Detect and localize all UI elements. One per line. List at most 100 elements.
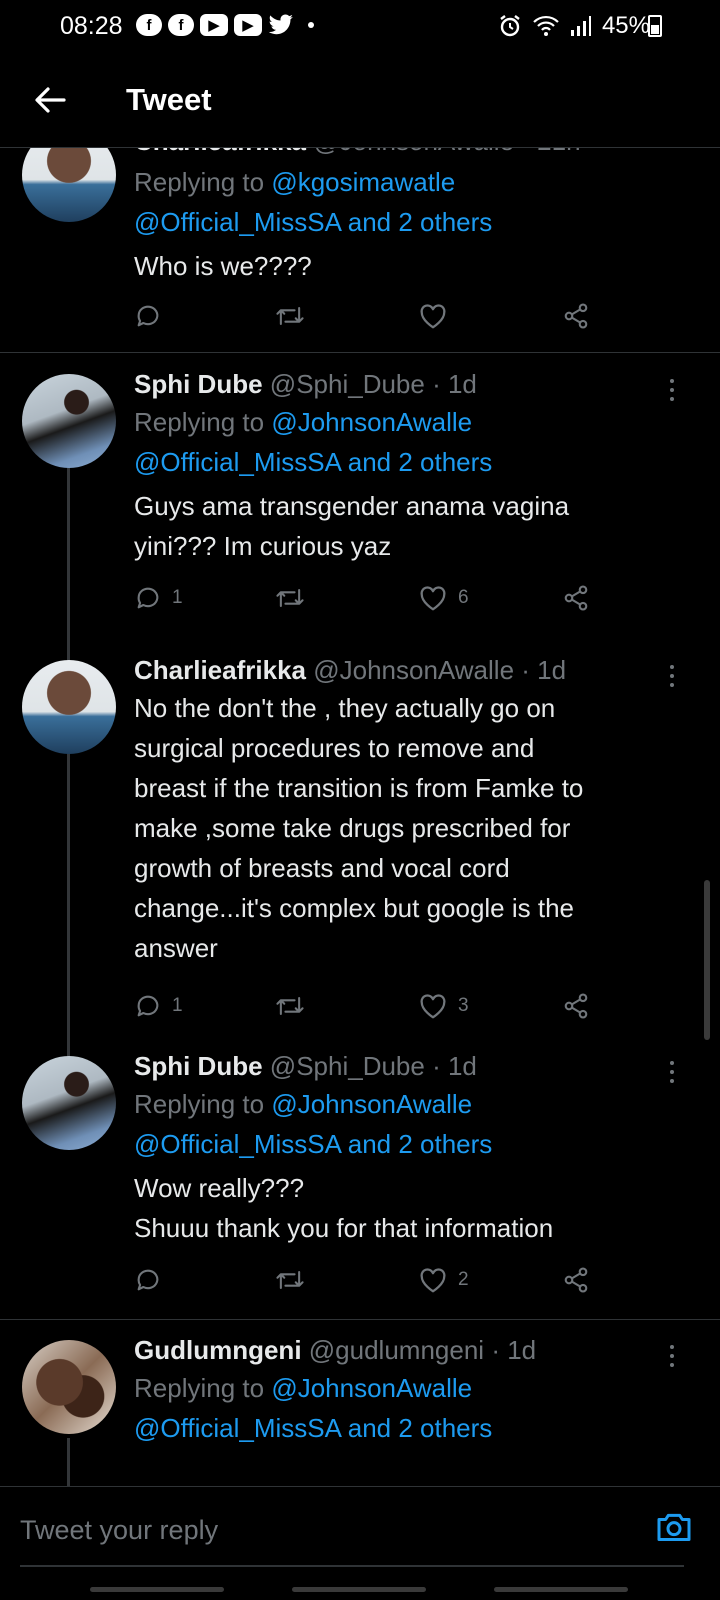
mention-link[interactable]: @Official_MissSA and 2 others	[134, 1129, 492, 1159]
replying-to: Replying to @JohnsonAwalle	[134, 1373, 473, 1403]
tweet-feed[interactable]: Charlieafrikka @JohnsonAwalle · 21h Repl…	[0, 148, 720, 1486]
reply-count: 1	[172, 995, 183, 1016]
share-button[interactable]	[562, 302, 590, 330]
tweet-meta: Sphi Dube @Sphi_Dube · 1d	[134, 366, 694, 402]
tweet-actions: 1 3	[134, 992, 604, 1026]
replying-to-others: @Official_MissSA and 2 others	[134, 202, 694, 242]
reply-button[interactable]	[134, 302, 162, 330]
more-options-button[interactable]	[662, 376, 682, 404]
replying-to: Replying to @JohnsonAwalle	[134, 1089, 473, 1119]
nav-back[interactable]	[494, 1587, 628, 1592]
author-handle: @JohnsonAwalle	[313, 655, 515, 685]
status-bar: 08:28 f f ▶ ▶ 45%	[0, 0, 720, 52]
share-icon	[564, 1267, 588, 1293]
author-name[interactable]: Sphi Dube	[134, 369, 263, 399]
mention-link[interactable]: @Official_MissSA and 2 others	[134, 1413, 492, 1443]
author-handle: @Sphi_Dube	[269, 369, 425, 399]
mention-link[interactable]: @JohnsonAwalle	[271, 1373, 472, 1403]
avatar[interactable]	[22, 374, 116, 468]
wifi-icon	[533, 15, 559, 36]
facebook-icon: f	[136, 14, 162, 36]
tweet-time: · 1d	[432, 369, 477, 399]
reply-icon	[137, 305, 159, 327]
page-title: Tweet	[126, 82, 212, 117]
tweet-item[interactable]: Sphi Dube @Sphi_Dube · 1d Replying to @J…	[0, 354, 720, 640]
reply-input[interactable]: Tweet your reply	[20, 1515, 540, 1551]
avatar[interactable]	[22, 1056, 116, 1150]
retweet-button[interactable]	[274, 302, 306, 330]
reply-icon	[137, 587, 159, 609]
mention-link[interactable]: @kgosimawatle	[271, 167, 455, 197]
more-notifications-dot	[308, 22, 314, 28]
notification-icons: f f ▶ ▶	[136, 14, 314, 36]
more-options-button[interactable]	[662, 1342, 682, 1370]
tweet-meta: Charlieafrikka @JohnsonAwalle · 1d	[134, 652, 694, 688]
mention-link[interactable]: @Official_MissSA and 2 others	[134, 447, 492, 477]
avatar[interactable]	[22, 1340, 116, 1434]
like-button[interactable]: 6	[418, 584, 469, 612]
retweet-button[interactable]	[274, 584, 306, 612]
heart-icon	[420, 1268, 446, 1293]
tweet-item[interactable]: Sphi Dube @Sphi_Dube · 1d Replying to @J…	[0, 1044, 720, 1320]
like-button[interactable]: 3	[418, 992, 469, 1020]
avatar[interactable]	[22, 148, 116, 222]
share-icon	[564, 303, 588, 329]
tweet-body: Sphi Dube @Sphi_Dube · 1d Replying to @J…	[134, 366, 694, 566]
tweet-body: Sphi Dube @Sphi_Dube · 1d Replying to @J…	[134, 1048, 694, 1248]
nav-home[interactable]	[292, 1587, 426, 1592]
replying-to: Replying to @JohnsonAwalle	[134, 407, 473, 437]
share-button[interactable]	[562, 1266, 590, 1294]
reply-count: 1	[172, 587, 183, 608]
more-options-button[interactable]	[662, 1058, 682, 1086]
reply-button[interactable]: 1	[134, 992, 183, 1020]
tweet-actions: 1 6	[134, 584, 604, 618]
tweet-body: Replying to @kgosimawatle @Official_Miss…	[134, 162, 694, 286]
mention-link[interactable]: @Official_MissSA and 2 others	[134, 207, 492, 237]
tweet-body: Gudlumngeni @gudlumngeni · 1d Replying t…	[134, 1332, 694, 1448]
camera-icon	[657, 1513, 691, 1541]
replying-to: Replying to @kgosimawatle	[134, 167, 456, 197]
like-button[interactable]	[418, 302, 448, 330]
retweet-button[interactable]	[274, 992, 306, 1020]
avatar[interactable]	[22, 660, 116, 754]
tweet-actions	[134, 302, 604, 336]
mention-link[interactable]: @JohnsonAwalle	[271, 407, 472, 437]
tweet-item[interactable]: Replying to @kgosimawatle @Official_Miss…	[0, 148, 720, 353]
like-count: 2	[458, 1269, 469, 1290]
nav-recent-apps[interactable]	[90, 1587, 224, 1592]
author-handle: @gudlumngeni	[308, 1335, 485, 1365]
reply-button[interactable]	[134, 1266, 162, 1294]
arrow-left-icon	[35, 87, 66, 113]
share-icon	[564, 585, 588, 611]
reply-input-underline	[20, 1565, 684, 1567]
mention-link[interactable]: @JohnsonAwalle	[271, 1089, 472, 1119]
scrollbar[interactable]	[704, 880, 710, 1040]
tweet-time: · 1d	[491, 1335, 537, 1365]
retweet-icon	[276, 306, 304, 326]
replying-to-others: @Official_MissSA and 2 others	[134, 1408, 694, 1448]
author-handle: @Sphi_Dube	[269, 1051, 425, 1081]
retweet-icon	[276, 996, 304, 1016]
share-button[interactable]	[562, 584, 590, 612]
youtube-icon: ▶	[234, 14, 262, 36]
author-name[interactable]: Charlieafrikka	[134, 655, 306, 685]
heart-icon	[420, 586, 446, 611]
more-options-button[interactable]	[662, 662, 682, 690]
author-name[interactable]: Gudlumngeni	[134, 1335, 302, 1365]
tweet-text: Wow really??? Shuuu thank you for that i…	[134, 1173, 554, 1243]
heart-icon	[420, 304, 446, 329]
app-header: Tweet	[0, 52, 720, 148]
camera-button[interactable]	[654, 1507, 698, 1551]
reply-button[interactable]: 1	[134, 584, 183, 612]
back-button[interactable]	[28, 78, 72, 122]
retweet-button[interactable]	[274, 1266, 306, 1294]
facebook-icon: f	[168, 14, 194, 36]
reply-icon	[137, 1269, 159, 1291]
like-button[interactable]: 2	[418, 1266, 469, 1294]
alarm-icon	[500, 15, 520, 37]
tweet-item[interactable]: Gudlumngeni @gudlumngeni · 1d Replying t…	[0, 1320, 720, 1486]
share-button[interactable]	[562, 992, 590, 1020]
replying-to-others: @Official_MissSA and 2 others	[134, 442, 694, 482]
tweet-item[interactable]: Charlieafrikka @JohnsonAwalle · 1d No th…	[0, 638, 720, 1046]
author-name[interactable]: Sphi Dube	[134, 1051, 263, 1081]
